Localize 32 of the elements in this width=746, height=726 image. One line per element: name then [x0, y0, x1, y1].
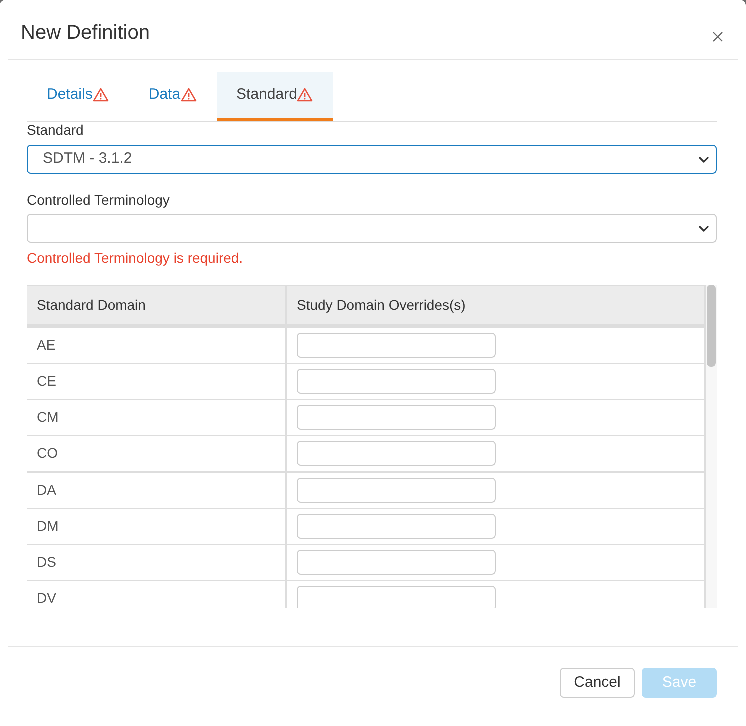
table-cell: DA — [27, 473, 287, 508]
table-cell: CO — [27, 436, 287, 471]
table-cell: DS — [27, 545, 287, 580]
cancel-button[interactable]: Cancel — [560, 668, 635, 698]
scrollbar[interactable] — [706, 285, 717, 608]
tab[interactable]: Standard — [216, 72, 334, 121]
input-field[interactable] — [297, 369, 496, 394]
field-label: Controlled Terminology — [27, 192, 171, 208]
error-message: Controlled Terminology is required. — [27, 250, 244, 266]
tab[interactable]: Data — [128, 72, 217, 121]
table-cell: CE — [27, 364, 287, 399]
column-header: Standard Domain — [27, 286, 287, 324]
input-field[interactable] — [297, 441, 496, 466]
close-button[interactable] — [712, 31, 724, 43]
table-cell: DV — [27, 581, 287, 608]
input-field[interactable] — [297, 333, 496, 358]
close-icon — [713, 32, 723, 42]
table-cell: DM — [27, 509, 287, 544]
input-field[interactable] — [297, 550, 496, 575]
input-field[interactable] — [297, 586, 496, 608]
field-label: Standard — [27, 122, 85, 138]
tab[interactable]: Details — [27, 72, 129, 121]
input-field[interactable] — [297, 405, 496, 430]
input-field[interactable] — [297, 514, 496, 539]
select-field[interactable]: SDTM - 3.1.2 — [27, 145, 717, 174]
input-field[interactable] — [297, 478, 496, 503]
table-cell: CM — [27, 400, 287, 435]
select-field[interactable] — [27, 214, 717, 243]
dialog-title: New Definition — [21, 21, 150, 46]
column-header: Study Domain Overrides(s) — [296, 296, 467, 315]
scrollbar-thumb[interactable] — [707, 285, 716, 367]
table-cell: AE — [27, 328, 287, 363]
